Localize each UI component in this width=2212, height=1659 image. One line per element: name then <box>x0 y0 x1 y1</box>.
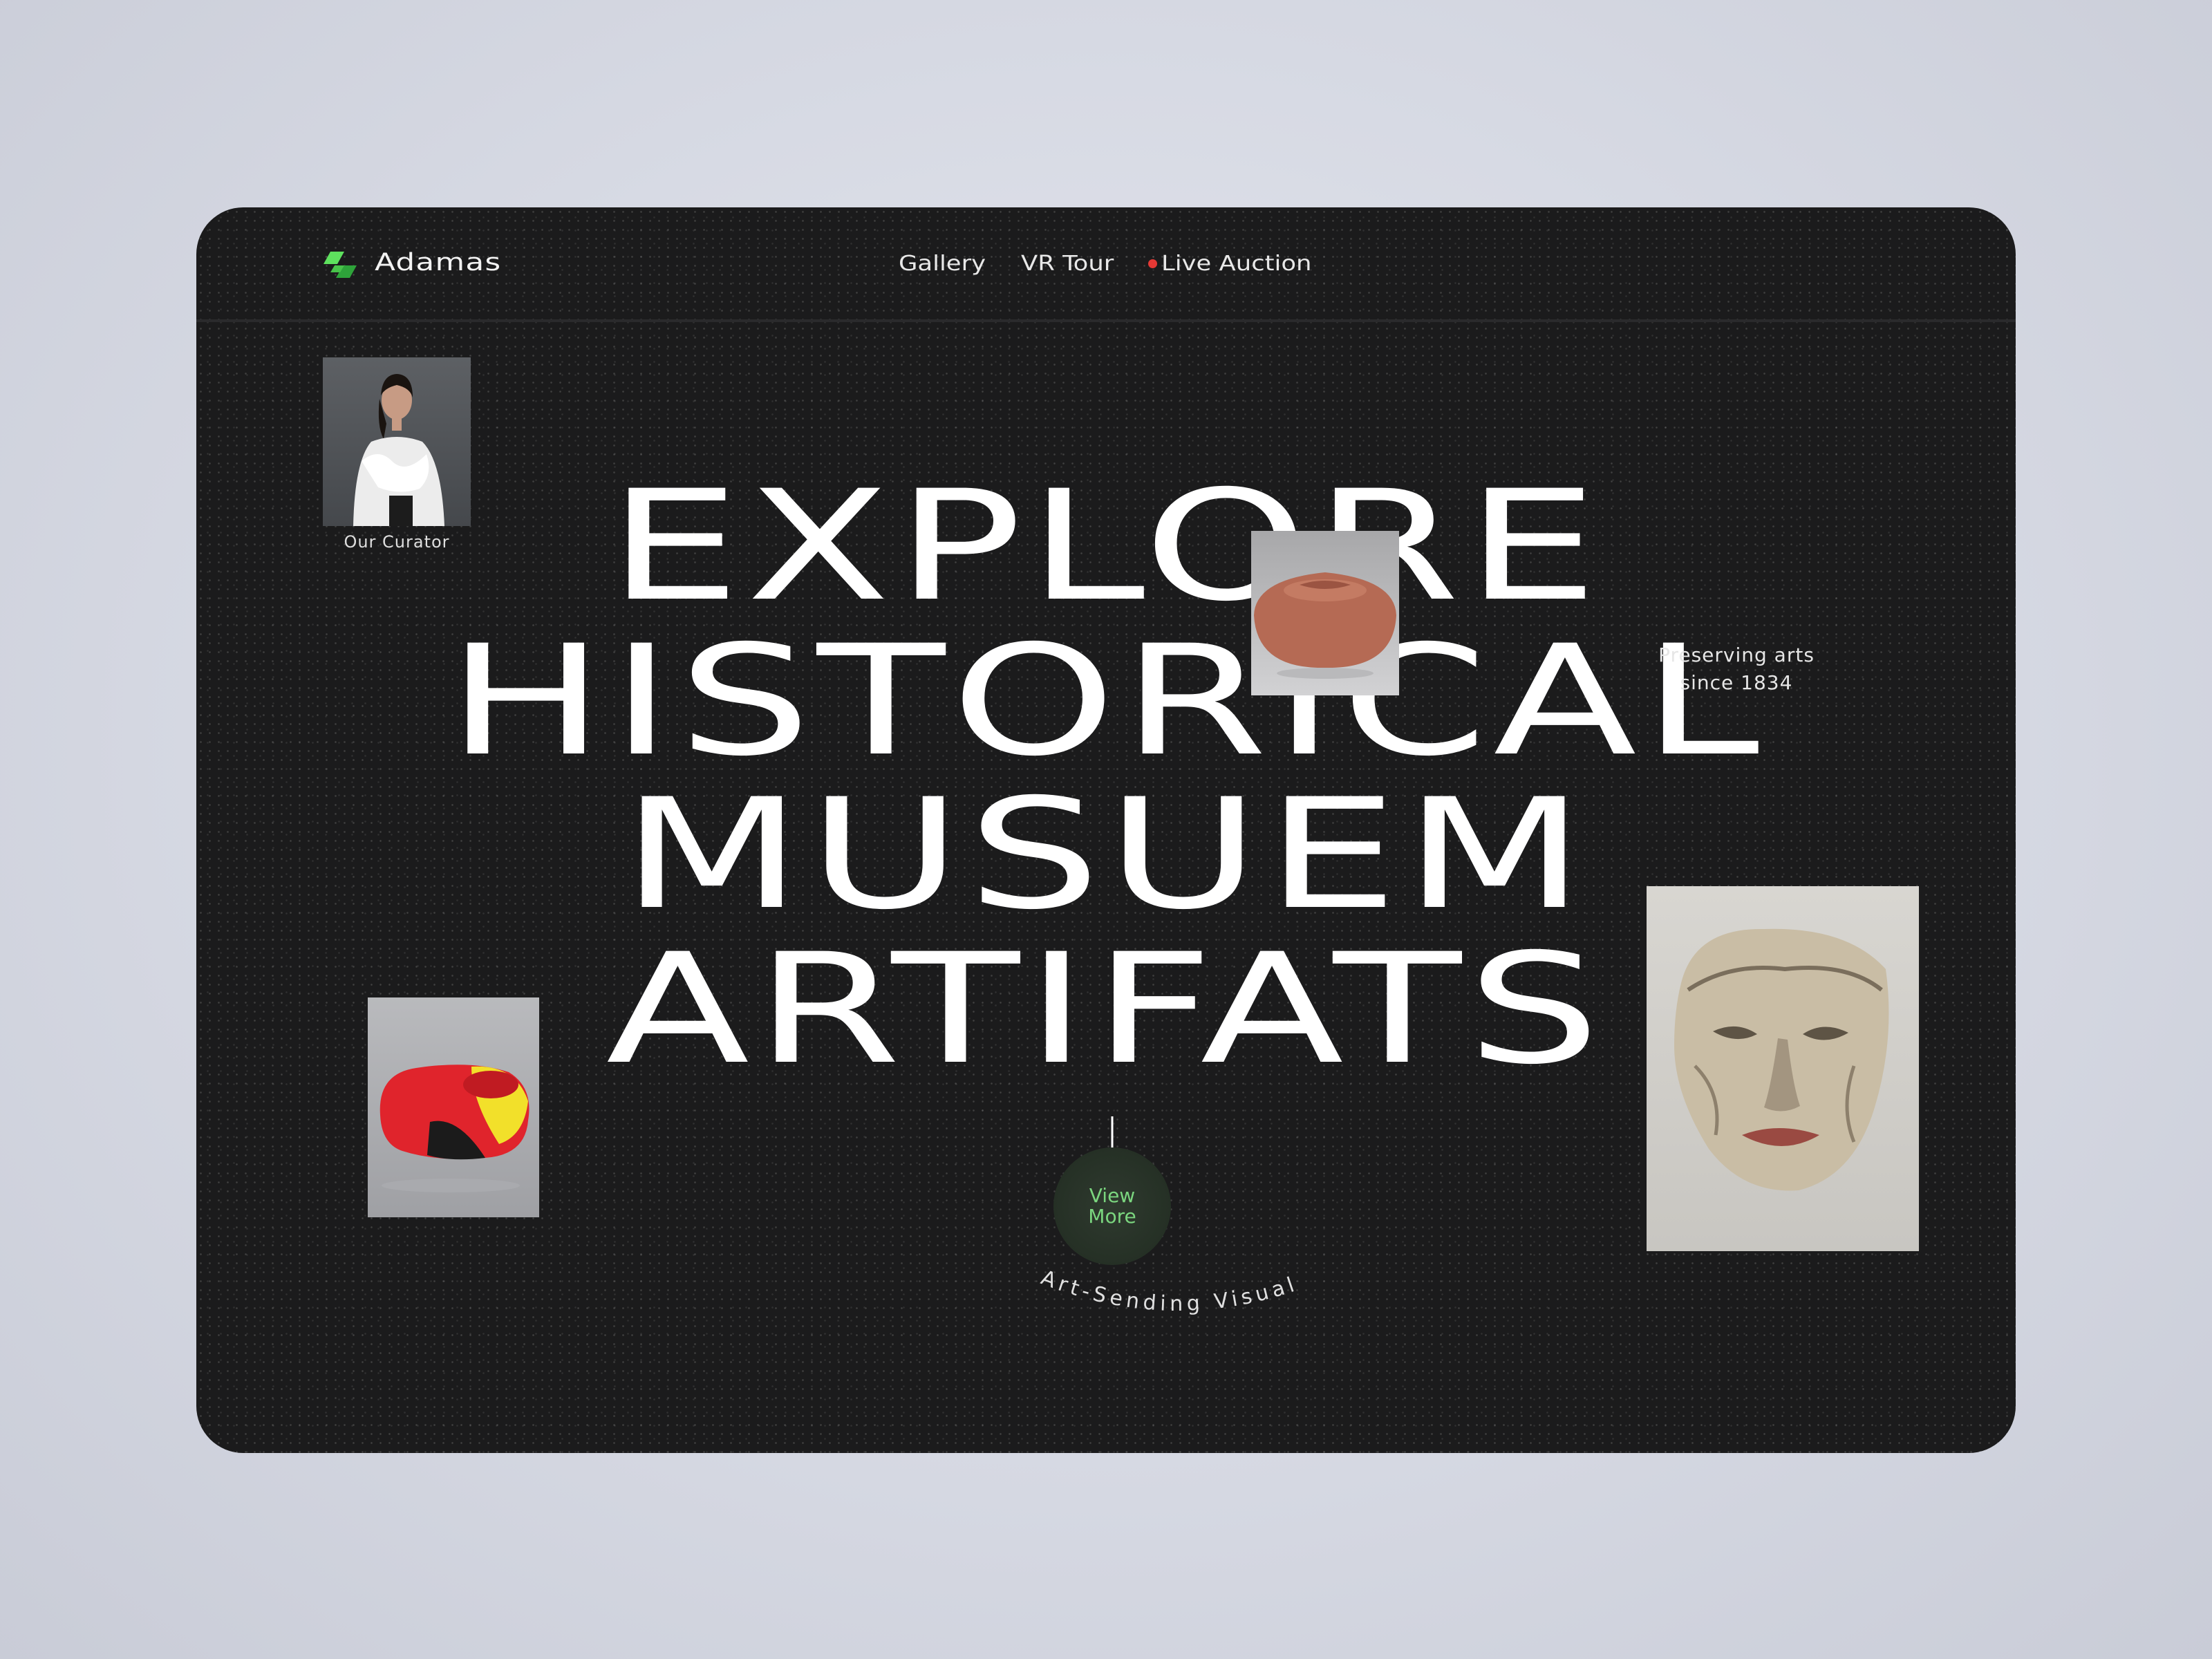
fabric-sculpture-photo[interactable] <box>368 997 539 1217</box>
curator-label: Our Curator <box>344 532 450 552</box>
tagline: Preserving arts since 1834 <box>1633 641 1840 697</box>
nav-vr-tour-link[interactable]: VR Tour <box>1021 252 1114 276</box>
view-more-line-1: View <box>1089 1184 1136 1207</box>
main-menu: Gallery VR Tour Live Auction <box>899 252 1311 276</box>
curator-portrait-image <box>353 374 444 526</box>
curator-photo[interactable] <box>323 357 471 526</box>
clay-bowl-image <box>1254 572 1396 679</box>
top-navbar: Adamas Gallery VR Tour Live Auction <box>196 207 2016 319</box>
view-more-line-2: More <box>1088 1205 1136 1228</box>
ceramic-mask-photo[interactable] <box>1647 886 1919 1251</box>
brand-name[interactable]: Adamas <box>375 249 501 276</box>
curved-caption: Art-Sending Visual Message <box>818 1258 1311 1316</box>
hero-card: Adamas Gallery VR Tour Live Auction Our … <box>196 207 2016 1453</box>
nav-gallery-link[interactable]: Gallery <box>899 252 986 276</box>
tagline-line-2: since 1834 <box>1680 671 1793 694</box>
svg-text:Art-Sending Visual Message: Art-Sending Visual Message <box>818 1258 1311 1316</box>
clay-bowl-photo[interactable] <box>1251 531 1399 695</box>
nav-live-auction-label: Live Auction <box>1161 252 1312 276</box>
view-more-button[interactable]: View More <box>1053 1147 1171 1265</box>
logo-icon[interactable] <box>321 250 362 281</box>
curved-caption-text: Art-Sending Visual Message <box>818 1258 1307 1316</box>
nav-live-auction-link[interactable]: Live Auction <box>1147 252 1311 276</box>
live-indicator-icon <box>1147 259 1157 268</box>
tagline-line-1: Preserving arts <box>1658 644 1815 666</box>
nav-divider <box>196 319 2016 322</box>
ceramic-mask-image <box>1674 928 1889 1191</box>
fabric-sculpture-image <box>379 1065 529 1192</box>
